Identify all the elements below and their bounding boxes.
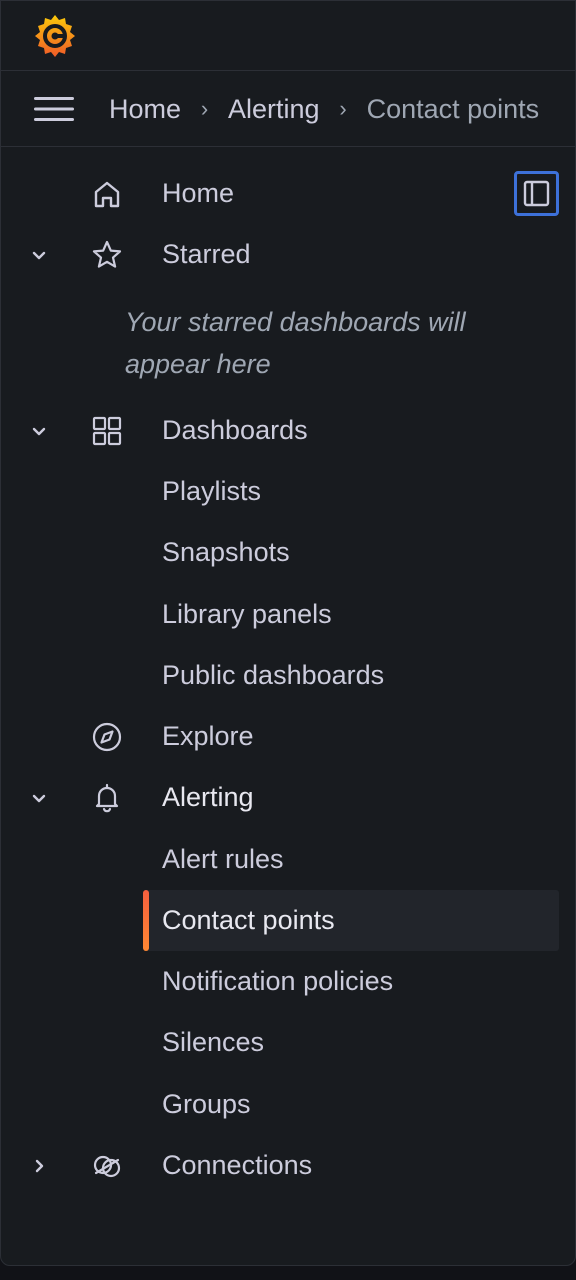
top-bar — [1, 1, 575, 71]
sidebar-item-label: Playlists — [162, 476, 262, 506]
sidebar-item-label: Silences — [162, 1027, 265, 1057]
app-window: Home › Alerting › Contact points Home St… — [0, 0, 576, 1266]
sidebar-item-groups[interactable]: Groups — [1, 1074, 575, 1135]
sidebar-item-starred[interactable]: Starred — [1, 224, 575, 285]
chevron-down-icon[interactable] — [27, 786, 51, 810]
connections-icon — [90, 1149, 124, 1183]
breadcrumb-bar: Home › Alerting › Contact points — [1, 71, 575, 147]
sidebar-item-label: Contact points — [162, 905, 335, 935]
bell-icon — [90, 781, 124, 815]
sidebar-item-label: Home — [162, 178, 235, 208]
chevron-down-icon[interactable] — [27, 243, 51, 267]
breadcrumb-separator: › — [200, 96, 209, 121]
sidebar-item-home[interactable]: Home — [1, 163, 575, 224]
breadcrumb-alerting[interactable]: Alerting — [228, 94, 320, 125]
apps-icon — [90, 414, 124, 448]
sidebar-item-public-dashboards[interactable]: Public dashboards — [1, 645, 575, 706]
chevron-right-icon[interactable] — [27, 1154, 51, 1178]
breadcrumb-separator: › — [339, 96, 347, 121]
sidebar-item-library-panels[interactable]: Library panels — [1, 584, 575, 645]
sidebar-item-contact-points[interactable]: Contact points — [1, 890, 575, 951]
sidebar-item-label: Starred — [162, 239, 251, 269]
sidebar-item-notification-policies[interactable]: Notification policies — [1, 951, 575, 1012]
sidebar-item-alerting[interactable]: Alerting — [1, 767, 575, 828]
sidebar-item-silences[interactable]: Silences — [1, 1012, 575, 1073]
menu-toggle-icon[interactable] — [34, 95, 74, 123]
sidebar-item-dashboards[interactable]: Dashboards — [1, 400, 575, 461]
sidebar-item-label: Notification policies — [162, 966, 394, 996]
sidebar-item-label: Snapshots — [162, 537, 290, 567]
sidebar-item-alert-rules[interactable]: Alert rules — [1, 829, 575, 890]
sidebar-item-label: Explore — [162, 721, 254, 751]
breadcrumb-home[interactable]: Home — [109, 94, 181, 125]
sidebar-item-label: Alert rules — [162, 844, 284, 874]
sidebar-item-explore[interactable]: Explore — [1, 706, 575, 767]
sidebar-item-label: Connections — [162, 1150, 313, 1180]
compass-icon — [90, 720, 124, 754]
sidebar-item-label: Public dashboards — [162, 660, 385, 690]
home-icon — [90, 177, 124, 211]
breadcrumb-contact-points: Contact points — [366, 93, 540, 124]
sidebar-item-label: Groups — [162, 1089, 251, 1119]
sidebar-item-label: Dashboards — [162, 415, 308, 445]
active-item-indicator — [143, 890, 149, 951]
star-icon — [90, 238, 124, 272]
sidebar-item-label: Alerting — [162, 782, 254, 812]
sidebar-item-connections[interactable]: Connections — [1, 1135, 575, 1196]
sidebar-item-snapshots[interactable]: Snapshots — [1, 522, 575, 583]
grafana-logo-icon[interactable] — [31, 11, 79, 59]
breadcrumb: Home › Alerting › Contact points — [109, 71, 539, 147]
chevron-down-icon[interactable] — [27, 419, 51, 443]
sidebar-item-label: Library panels — [162, 599, 332, 629]
sidebar-item-playlists[interactable]: Playlists — [1, 461, 575, 522]
starred-empty-message: Your starred dashboards will appear here — [125, 307, 466, 379]
